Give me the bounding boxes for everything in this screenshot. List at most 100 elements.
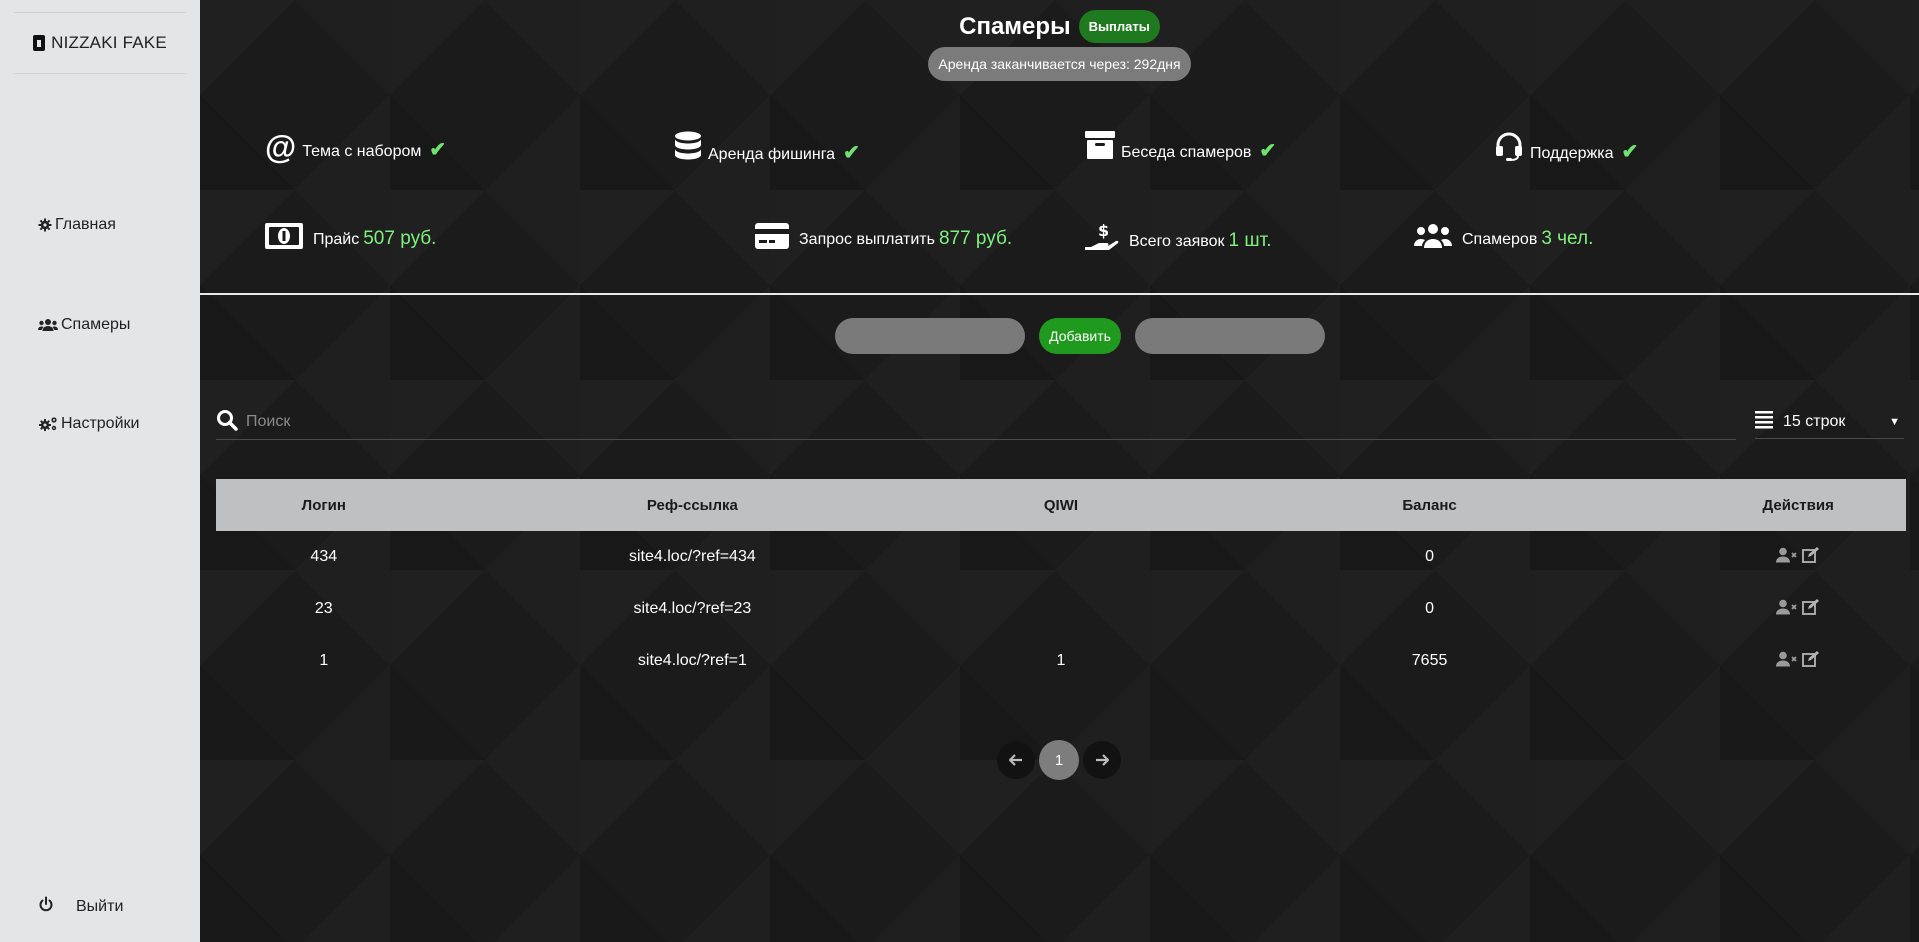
- feature-label: Тема с набором: [302, 142, 422, 160]
- feature-spammers-chat: Беседа спамеров ✔: [1085, 131, 1276, 164]
- page-button-current[interactable]: 1: [1039, 740, 1079, 780]
- page-header: Спамеры Выплаты Аренда заканчивается чер…: [200, 10, 1919, 81]
- hand-dollar-icon: $: [1085, 221, 1119, 260]
- sidebar-item-label: Главная: [55, 216, 116, 233]
- page-title: Спамеры: [959, 12, 1071, 40]
- search-icon: [216, 409, 238, 436]
- column-header-login[interactable]: Логин: [216, 479, 432, 531]
- stat-spammers: Спамеров 3 чел.: [1414, 223, 1593, 254]
- check-icon: ✔: [843, 142, 860, 164]
- cell-actions: [1690, 531, 1906, 583]
- feature-label: Аренда фишинга: [708, 145, 836, 163]
- payouts-button[interactable]: Выплаты: [1078, 10, 1160, 43]
- feature-label: Беседа спамеров: [1121, 143, 1252, 161]
- add-button[interactable]: Добавить: [1039, 318, 1121, 354]
- column-header-ref-link[interactable]: Реф-ссылка: [431, 479, 954, 531]
- cell-actions: [1690, 583, 1906, 635]
- stat-payout-label: Запрос выплатить: [799, 230, 935, 248]
- stat-label: Всего заявок 1 шт.: [1129, 230, 1271, 252]
- feature-label: Поддержка: [1530, 144, 1614, 162]
- stat-spammers-label: Спамеров: [1462, 230, 1538, 248]
- sidebar: NIZZAKI FAKE Главная Спамеры Настройки В…: [0, 0, 200, 942]
- cell-login: 434: [310, 548, 338, 565]
- sidebar-item-spammers[interactable]: Спамеры: [38, 316, 130, 334]
- toolbar-button-left[interactable]: [835, 318, 1025, 354]
- remove-user-icon[interactable]: [1776, 651, 1798, 667]
- stat-total-requests: $ Всего заявок 1 шт.: [1085, 221, 1271, 260]
- cell-login: 23: [314, 600, 333, 617]
- brand-logo-icon: [33, 35, 46, 51]
- column-header-actions: Действия: [1690, 479, 1906, 531]
- headset-icon: [1494, 131, 1524, 166]
- toolbar-button-right[interactable]: [1135, 318, 1325, 354]
- check-icon: ✔: [1259, 140, 1277, 162]
- stat-label: Прайс 507 руб.: [313, 228, 436, 250]
- sidebar-item-label: Спамеры: [61, 316, 131, 333]
- feature-theme: @ Тема с набором ✔: [265, 128, 447, 165]
- rows-per-page-value: 15 строк: [1783, 413, 1846, 430]
- remove-user-icon[interactable]: [1776, 547, 1798, 563]
- cell-qiwi: 1: [1056, 652, 1066, 669]
- cell-actions: [1690, 635, 1906, 687]
- cell-ref-link: site4.loc/?ref=23: [633, 600, 752, 617]
- users-icon: [38, 318, 58, 332]
- edit-icon[interactable]: [1802, 598, 1820, 615]
- feature-phishing-rent: Аренда фишинга ✔: [674, 131, 860, 168]
- credit-card-icon: [755, 223, 789, 254]
- cell-qiwi: [953, 583, 1169, 635]
- cell-ref-link: site4.loc/?ref=434: [629, 548, 756, 565]
- sidebar-item-home[interactable]: Главная: [38, 216, 116, 234]
- cell-balance: 7655: [1411, 652, 1448, 669]
- rent-status-badge: Аренда заканчивается через: 292дня: [928, 47, 1191, 81]
- brand[interactable]: NIZZAKI FAKE: [14, 12, 186, 74]
- arrow-right-icon: [1096, 754, 1109, 766]
- prev-page-button[interactable]: [997, 741, 1035, 779]
- column-header-qiwi[interactable]: QIWI: [953, 479, 1169, 531]
- cell-qiwi: [953, 531, 1169, 583]
- arrow-left-icon: [1009, 754, 1022, 766]
- chevron-down-icon: ▼: [1889, 416, 1900, 428]
- archive-icon: [1085, 131, 1115, 164]
- stat-price-value: 507 руб.: [363, 227, 437, 249]
- stat-price-label: Прайс: [313, 230, 360, 248]
- spammers-table: Логин Реф-ссылка QIWI Баланс Действия 43…: [216, 479, 1906, 687]
- at-icon: @: [265, 128, 297, 165]
- edit-icon[interactable]: [1802, 650, 1820, 667]
- power-icon: [38, 896, 54, 917]
- cell-ref-link: site4.loc/?ref=1: [637, 652, 747, 669]
- table-row: 1 site4.loc/?ref=1 1 7655: [216, 635, 1906, 687]
- remove-user-icon[interactable]: [1776, 599, 1798, 615]
- search-input[interactable]: [244, 412, 1648, 432]
- table-row: 434 site4.loc/?ref=434 0: [216, 531, 1906, 583]
- money-bill-icon: [265, 223, 303, 254]
- search-bar: [216, 405, 1736, 440]
- stat-spammers-value: 3 чел.: [1541, 227, 1594, 249]
- cogs-icon: [38, 416, 58, 432]
- edit-icon[interactable]: [1802, 546, 1820, 563]
- stat-price: Прайс 507 руб.: [265, 223, 436, 254]
- logout-button[interactable]: Выйти: [38, 896, 123, 917]
- svg-text:$: $: [1098, 221, 1109, 240]
- brand-name: NIZZAKI FAKE: [51, 33, 167, 52]
- cell-balance: 0: [1425, 600, 1435, 617]
- main-content: Спамеры Выплаты Аренда заканчивается чер…: [200, 0, 1919, 942]
- database-icon: [674, 131, 702, 168]
- rows-per-page-select[interactable]: 15 строк ▼: [1755, 406, 1904, 439]
- next-page-button[interactable]: [1083, 741, 1121, 779]
- check-icon: ✔: [429, 139, 447, 161]
- sidebar-item-label: Настройки: [61, 415, 140, 432]
- users-icon: [1414, 223, 1452, 254]
- list-icon: [1755, 410, 1773, 435]
- stat-label: Запрос выплатить 877 руб.: [799, 228, 1012, 250]
- sidebar-item-settings[interactable]: Настройки: [38, 415, 139, 433]
- logout-label: Выйти: [76, 897, 124, 915]
- table-row: 23 site4.loc/?ref=23 0: [216, 583, 1906, 635]
- stat-payout-request: Запрос выплатить 877 руб.: [755, 223, 1012, 254]
- stat-requests-value: 1 шт.: [1228, 229, 1272, 251]
- gear-icon: [38, 218, 52, 232]
- column-header-balance[interactable]: Баланс: [1168, 479, 1691, 531]
- stat-requests-label: Всего заявок: [1129, 232, 1225, 250]
- table-header-row: Логин Реф-ссылка QIWI Баланс Действия: [216, 479, 1906, 531]
- stat-label: Спамеров 3 чел.: [1462, 228, 1593, 250]
- check-icon: ✔: [1621, 141, 1639, 163]
